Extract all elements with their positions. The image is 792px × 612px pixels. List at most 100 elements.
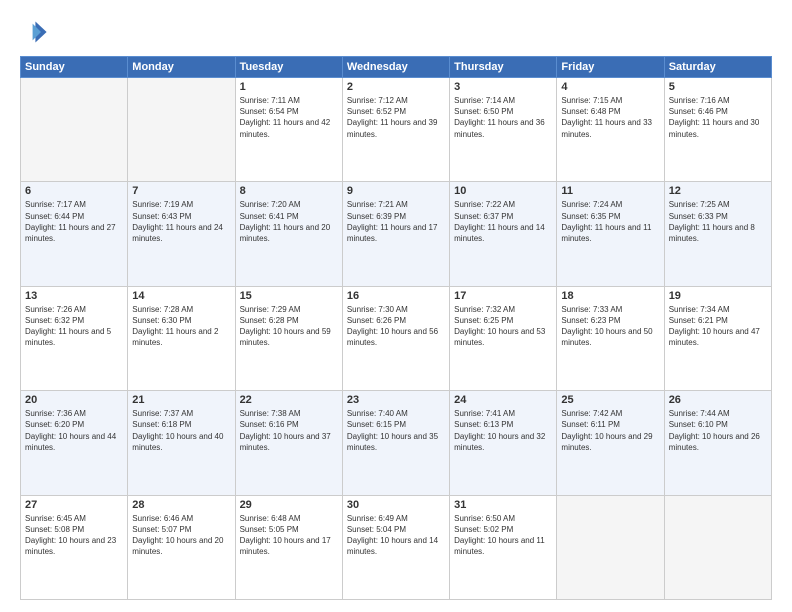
calendar-cell: 28 Sunrise: 6:46 AMSunset: 5:07 PMDaylig… — [128, 495, 235, 599]
day-info: Sunrise: 7:11 AMSunset: 6:54 PMDaylight:… — [240, 96, 331, 139]
day-info: Sunrise: 7:29 AMSunset: 6:28 PMDaylight:… — [240, 305, 331, 348]
day-info: Sunrise: 7:28 AMSunset: 6:30 PMDaylight:… — [132, 305, 218, 348]
weekday-header-monday: Monday — [128, 57, 235, 78]
calendar-week-2: 6 Sunrise: 7:17 AMSunset: 6:44 PMDayligh… — [21, 182, 772, 286]
calendar-cell — [128, 78, 235, 182]
calendar-cell: 11 Sunrise: 7:24 AMSunset: 6:35 PMDaylig… — [557, 182, 664, 286]
calendar-cell — [664, 495, 771, 599]
weekday-header-saturday: Saturday — [664, 57, 771, 78]
day-info: Sunrise: 7:37 AMSunset: 6:18 PMDaylight:… — [132, 409, 223, 452]
day-number: 7 — [132, 185, 230, 197]
calendar-cell: 21 Sunrise: 7:37 AMSunset: 6:18 PMDaylig… — [128, 391, 235, 495]
calendar-cell: 17 Sunrise: 7:32 AMSunset: 6:25 PMDaylig… — [450, 286, 557, 390]
day-number: 9 — [347, 185, 445, 197]
calendar-cell: 14 Sunrise: 7:28 AMSunset: 6:30 PMDaylig… — [128, 286, 235, 390]
day-number: 11 — [561, 185, 659, 197]
calendar-cell: 18 Sunrise: 7:33 AMSunset: 6:23 PMDaylig… — [557, 286, 664, 390]
day-number: 6 — [25, 185, 123, 197]
day-info: Sunrise: 7:21 AMSunset: 6:39 PMDaylight:… — [347, 200, 438, 243]
calendar-cell: 1 Sunrise: 7:11 AMSunset: 6:54 PMDayligh… — [235, 78, 342, 182]
calendar-cell: 31 Sunrise: 6:50 AMSunset: 5:02 PMDaylig… — [450, 495, 557, 599]
weekday-header-thursday: Thursday — [450, 57, 557, 78]
day-info: Sunrise: 7:44 AMSunset: 6:10 PMDaylight:… — [669, 409, 760, 452]
day-number: 3 — [454, 81, 552, 93]
calendar-cell: 3 Sunrise: 7:14 AMSunset: 6:50 PMDayligh… — [450, 78, 557, 182]
calendar-cell: 15 Sunrise: 7:29 AMSunset: 6:28 PMDaylig… — [235, 286, 342, 390]
calendar-cell: 25 Sunrise: 7:42 AMSunset: 6:11 PMDaylig… — [557, 391, 664, 495]
weekday-header-friday: Friday — [557, 57, 664, 78]
day-info: Sunrise: 7:20 AMSunset: 6:41 PMDaylight:… — [240, 200, 331, 243]
calendar-cell: 5 Sunrise: 7:16 AMSunset: 6:46 PMDayligh… — [664, 78, 771, 182]
day-number: 2 — [347, 81, 445, 93]
day-info: Sunrise: 7:22 AMSunset: 6:37 PMDaylight:… — [454, 200, 545, 243]
day-info: Sunrise: 7:38 AMSunset: 6:16 PMDaylight:… — [240, 409, 331, 452]
calendar-cell: 20 Sunrise: 7:36 AMSunset: 6:20 PMDaylig… — [21, 391, 128, 495]
weekday-header-sunday: Sunday — [21, 57, 128, 78]
day-number: 31 — [454, 499, 552, 511]
day-number: 24 — [454, 394, 552, 406]
calendar-cell: 16 Sunrise: 7:30 AMSunset: 6:26 PMDaylig… — [342, 286, 449, 390]
day-info: Sunrise: 7:42 AMSunset: 6:11 PMDaylight:… — [561, 409, 652, 452]
day-number: 18 — [561, 290, 659, 302]
calendar-week-4: 20 Sunrise: 7:36 AMSunset: 6:20 PMDaylig… — [21, 391, 772, 495]
day-info: Sunrise: 7:24 AMSunset: 6:35 PMDaylight:… — [561, 200, 651, 243]
calendar-cell: 4 Sunrise: 7:15 AMSunset: 6:48 PMDayligh… — [557, 78, 664, 182]
day-number: 16 — [347, 290, 445, 302]
calendar-table: SundayMondayTuesdayWednesdayThursdayFrid… — [20, 56, 772, 600]
calendar-cell: 2 Sunrise: 7:12 AMSunset: 6:52 PMDayligh… — [342, 78, 449, 182]
day-number: 21 — [132, 394, 230, 406]
day-number: 5 — [669, 81, 767, 93]
day-info: Sunrise: 7:14 AMSunset: 6:50 PMDaylight:… — [454, 96, 545, 139]
day-info: Sunrise: 7:26 AMSunset: 6:32 PMDaylight:… — [25, 305, 111, 348]
day-number: 13 — [25, 290, 123, 302]
calendar-cell: 22 Sunrise: 7:38 AMSunset: 6:16 PMDaylig… — [235, 391, 342, 495]
day-info: Sunrise: 7:12 AMSunset: 6:52 PMDaylight:… — [347, 96, 438, 139]
day-info: Sunrise: 7:16 AMSunset: 6:46 PMDaylight:… — [669, 96, 760, 139]
day-number: 25 — [561, 394, 659, 406]
day-number: 14 — [132, 290, 230, 302]
calendar-week-5: 27 Sunrise: 6:45 AMSunset: 5:08 PMDaylig… — [21, 495, 772, 599]
day-number: 20 — [25, 394, 123, 406]
day-number: 29 — [240, 499, 338, 511]
calendar-cell: 19 Sunrise: 7:34 AMSunset: 6:21 PMDaylig… — [664, 286, 771, 390]
day-info: Sunrise: 7:15 AMSunset: 6:48 PMDaylight:… — [561, 96, 652, 139]
calendar-week-3: 13 Sunrise: 7:26 AMSunset: 6:32 PMDaylig… — [21, 286, 772, 390]
day-number: 27 — [25, 499, 123, 511]
day-info: Sunrise: 7:33 AMSunset: 6:23 PMDaylight:… — [561, 305, 652, 348]
header — [20, 18, 772, 46]
day-info: Sunrise: 7:41 AMSunset: 6:13 PMDaylight:… — [454, 409, 545, 452]
day-number: 10 — [454, 185, 552, 197]
day-info: Sunrise: 6:45 AMSunset: 5:08 PMDaylight:… — [25, 514, 116, 557]
logo — [20, 18, 52, 46]
day-info: Sunrise: 7:34 AMSunset: 6:21 PMDaylight:… — [669, 305, 760, 348]
calendar-cell: 9 Sunrise: 7:21 AMSunset: 6:39 PMDayligh… — [342, 182, 449, 286]
calendar-cell: 30 Sunrise: 6:49 AMSunset: 5:04 PMDaylig… — [342, 495, 449, 599]
day-info: Sunrise: 7:17 AMSunset: 6:44 PMDaylight:… — [25, 200, 116, 243]
calendar-page: SundayMondayTuesdayWednesdayThursdayFrid… — [0, 0, 792, 612]
day-info: Sunrise: 6:49 AMSunset: 5:04 PMDaylight:… — [347, 514, 438, 557]
calendar-cell: 29 Sunrise: 6:48 AMSunset: 5:05 PMDaylig… — [235, 495, 342, 599]
calendar-cell — [557, 495, 664, 599]
calendar-cell: 10 Sunrise: 7:22 AMSunset: 6:37 PMDaylig… — [450, 182, 557, 286]
day-number: 22 — [240, 394, 338, 406]
day-info: Sunrise: 7:32 AMSunset: 6:25 PMDaylight:… — [454, 305, 545, 348]
day-info: Sunrise: 7:19 AMSunset: 6:43 PMDaylight:… — [132, 200, 223, 243]
weekday-header-wednesday: Wednesday — [342, 57, 449, 78]
calendar-cell: 24 Sunrise: 7:41 AMSunset: 6:13 PMDaylig… — [450, 391, 557, 495]
day-number: 26 — [669, 394, 767, 406]
calendar-cell: 27 Sunrise: 6:45 AMSunset: 5:08 PMDaylig… — [21, 495, 128, 599]
logo-icon — [20, 18, 48, 46]
day-info: Sunrise: 7:25 AMSunset: 6:33 PMDaylight:… — [669, 200, 755, 243]
day-info: Sunrise: 7:40 AMSunset: 6:15 PMDaylight:… — [347, 409, 438, 452]
day-number: 4 — [561, 81, 659, 93]
calendar-cell: 12 Sunrise: 7:25 AMSunset: 6:33 PMDaylig… — [664, 182, 771, 286]
day-info: Sunrise: 6:48 AMSunset: 5:05 PMDaylight:… — [240, 514, 331, 557]
calendar-cell: 7 Sunrise: 7:19 AMSunset: 6:43 PMDayligh… — [128, 182, 235, 286]
day-number: 1 — [240, 81, 338, 93]
day-info: Sunrise: 6:50 AMSunset: 5:02 PMDaylight:… — [454, 514, 545, 557]
day-info: Sunrise: 7:36 AMSunset: 6:20 PMDaylight:… — [25, 409, 116, 452]
day-info: Sunrise: 6:46 AMSunset: 5:07 PMDaylight:… — [132, 514, 223, 557]
day-number: 17 — [454, 290, 552, 302]
calendar-cell — [21, 78, 128, 182]
day-number: 30 — [347, 499, 445, 511]
